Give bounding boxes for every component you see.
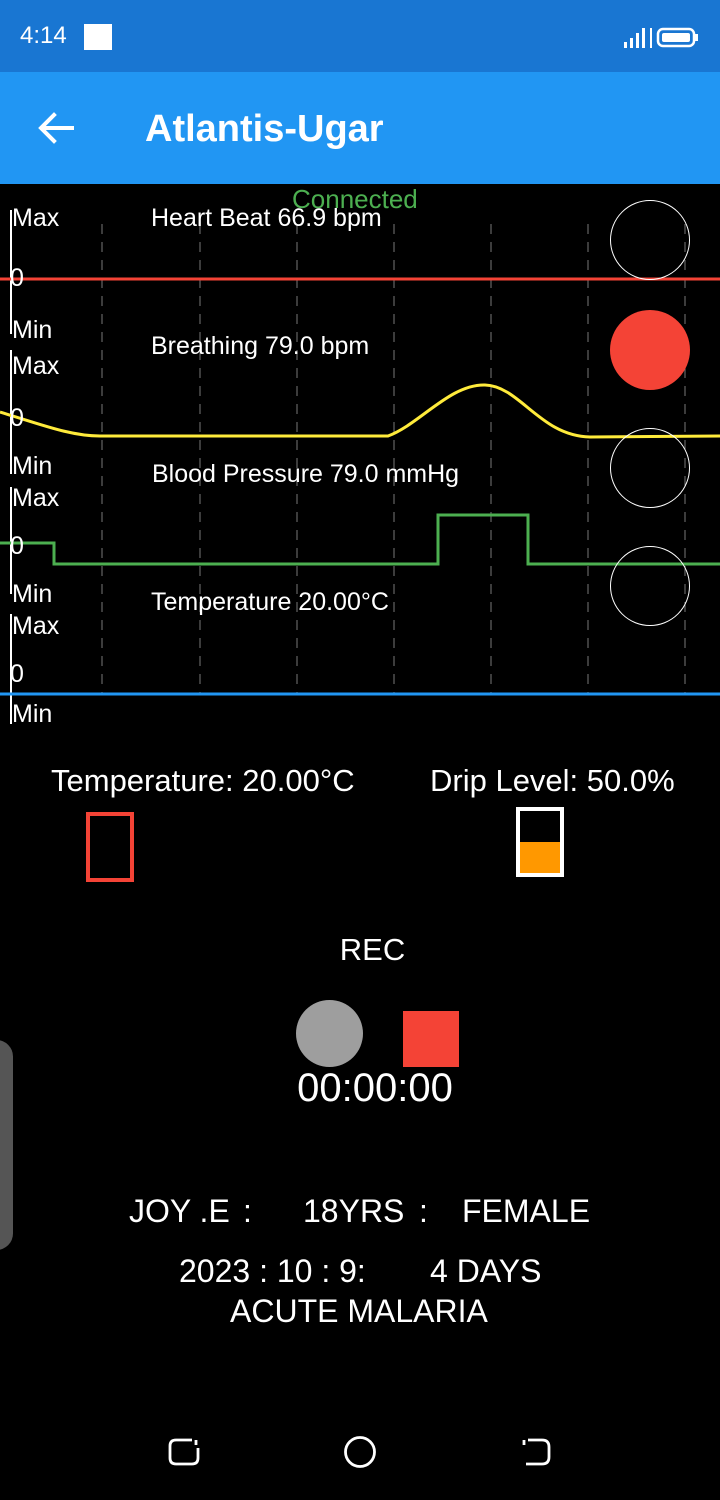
rec-label: REC (339, 932, 406, 967)
edge-panel-handle[interactable] (0, 1040, 13, 1250)
recording-timer: 00:00:00 (297, 1066, 453, 1110)
grid-lines (101, 224, 686, 694)
temperature-readout: Temperature: 20.00°C (51, 763, 355, 798)
axis-max-label: Max (12, 352, 60, 380)
back-icon[interactable] (518, 1434, 554, 1470)
temperature-channel-label: Temperature 20.00°C (151, 588, 389, 616)
patient-name: JOY .E (129, 1193, 230, 1229)
arrow-left-icon[interactable] (30, 102, 82, 154)
drip-level-gauge (516, 807, 564, 877)
diagnosis: ACUTE MALARIA (230, 1293, 488, 1329)
status-time: 4:14 (20, 22, 67, 49)
separator: : (243, 1193, 252, 1229)
axis-zero-label: 0 (10, 660, 24, 688)
blood-pressure-indicator[interactable] (610, 428, 690, 508)
status-icons (624, 27, 698, 48)
temperature-indicator[interactable] (610, 546, 690, 626)
signal-icon (624, 28, 652, 48)
axis-zero-label: 0 (10, 264, 24, 292)
axis-zero-label: 0 (10, 404, 24, 432)
patient-gender: FEMALE (462, 1193, 591, 1229)
axis-max-label: Max (12, 204, 60, 232)
blood-pressure-label: Blood Pressure 79.0 mmHg (152, 460, 460, 488)
app-title: Atlantis-Ugar (145, 108, 384, 150)
temperature-gauge (86, 812, 134, 882)
axis-max-label: Max (12, 484, 60, 512)
breathing-trace (0, 383, 720, 439)
heart-beat-indicator[interactable] (610, 200, 690, 280)
axis-min-label: Min (12, 580, 53, 608)
separator: : (419, 1193, 428, 1229)
drip-level-readout: Drip Level: 50.0% (430, 763, 675, 798)
breathing-indicator[interactable] (610, 310, 690, 390)
axis-zero-label: 0 (10, 532, 24, 560)
stay-duration: 4 DAYS (430, 1253, 542, 1289)
home-icon[interactable] (342, 1434, 378, 1470)
heart-beat-label: Heart Beat 66.9 bpm (151, 204, 382, 232)
breathing-label: Breathing 79.0 bpm (151, 332, 370, 360)
drip-level-fill (520, 842, 560, 873)
axis-min-label: Min (12, 316, 53, 344)
app-bar: Atlantis-Ugar (0, 72, 720, 184)
record-button[interactable] (296, 1000, 363, 1067)
recents-icon[interactable] (166, 1434, 202, 1470)
stop-button[interactable] (403, 1011, 459, 1067)
axis-max-label: Max (12, 612, 60, 640)
axis-min-label: Min (12, 452, 53, 480)
admission-date: 2023 : 10 : 9: (179, 1253, 366, 1289)
notification-square-icon (84, 24, 112, 50)
patient-age: 18YRS (303, 1193, 405, 1229)
battery-icon (656, 27, 698, 48)
blood-pressure-trace (0, 513, 720, 566)
status-bar: 4:14 (0, 0, 720, 72)
axis-min-label: Min (12, 700, 53, 728)
